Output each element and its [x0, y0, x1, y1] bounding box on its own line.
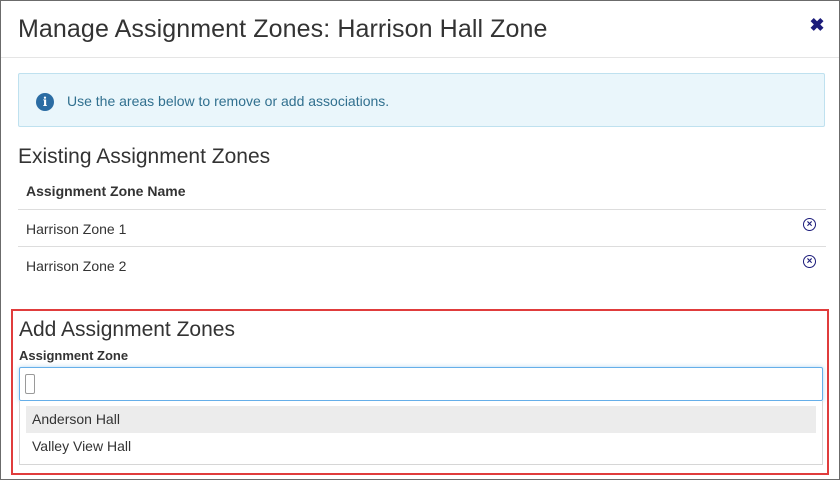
zone-name: Harrison Zone 2	[26, 258, 127, 274]
table-row: Harrison Zone 2 ×	[18, 246, 826, 283]
text-cursor	[25, 374, 35, 394]
manage-assignment-zones-modal: Manage Assignment Zones: Harrison Hall Z…	[0, 0, 840, 480]
header-divider	[1, 57, 839, 58]
remove-icon[interactable]: ×	[803, 255, 816, 268]
dropdown-option-valley-view-hall[interactable]: Valley View Hall	[26, 433, 816, 460]
close-icon[interactable]: ✖	[807, 15, 827, 35]
assignment-zone-input[interactable]	[19, 367, 823, 401]
zone-dropdown-list: Anderson Hall Valley View Hall	[19, 401, 823, 465]
existing-zones-title: Existing Assignment Zones	[18, 145, 271, 168]
add-zones-section: Add Assignment Zones Assignment Zone And…	[11, 309, 829, 475]
info-text: Use the areas below to remove or add ass…	[67, 93, 390, 109]
table-row: Harrison Zone 1 ×	[18, 209, 826, 246]
column-header-zone-name: Assignment Zone Name	[26, 183, 186, 199]
zone-name: Harrison Zone 1	[26, 221, 127, 237]
info-alert: i Use the areas below to remove or add a…	[18, 73, 825, 127]
info-icon: i	[36, 93, 54, 111]
assignment-zone-label: Assignment Zone	[19, 348, 129, 363]
remove-icon[interactable]: ×	[803, 218, 816, 231]
add-zones-title: Add Assignment Zones	[19, 318, 235, 341]
dropdown-option-anderson-hall[interactable]: Anderson Hall	[26, 406, 816, 433]
modal-title: Manage Assignment Zones: Harrison Hall Z…	[18, 15, 548, 43]
